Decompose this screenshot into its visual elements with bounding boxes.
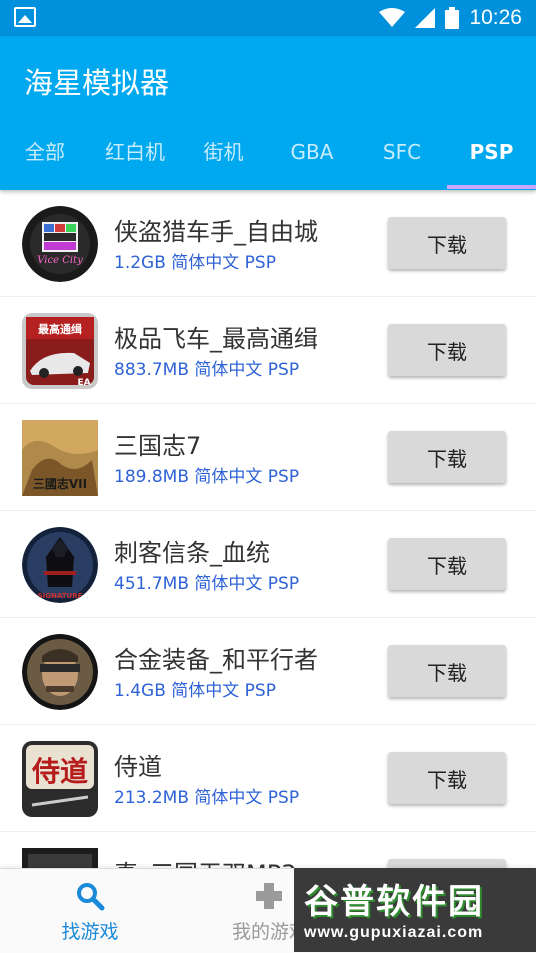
game-meta: 213.2MB 简体中文 PSP — [114, 788, 300, 808]
download-button[interactable]: 下载 — [388, 538, 506, 590]
shin-sangoku-icon — [22, 848, 98, 868]
tab-nes[interactable]: 红白机 — [90, 132, 180, 190]
game-row[interactable]: 侍道 侍道 213.2MB 简体中文 PSP 下载 — [0, 725, 536, 832]
app-title: 海星模拟器 — [24, 66, 170, 100]
game-title: 侍道 — [114, 753, 162, 781]
status-bar: 10:26 — [0, 0, 536, 36]
game-title: 合金装备_和平行者 — [114, 646, 318, 674]
download-button[interactable]: 下载 — [388, 324, 506, 376]
search-icon — [77, 883, 105, 911]
download-button[interactable]: 下载 — [388, 217, 506, 269]
game-title: 三国志7 — [114, 432, 202, 460]
cell-signal-icon — [415, 8, 436, 28]
vice-city-text: Vice City — [37, 255, 83, 266]
sanguozhi-icon: 三國志VII — [22, 420, 98, 496]
game-row[interactable]: 真_三国无双MP3 — [0, 832, 536, 868]
download-button[interactable]: 下载 — [388, 752, 506, 804]
nav-find-games-label: 找游戏 — [61, 921, 119, 943]
game-meta: 883.7MB 简体中文 PSP — [114, 360, 300, 380]
game-row[interactable]: 最高通缉 EA 极品飞车_最高通缉 883.7MB 简体中文 PSP 下载 — [0, 297, 536, 404]
game-list[interactable]: Vice City 侠盗猎车手_自由城 1.2GB 简体中文 PSP 下载 最高… — [0, 190, 536, 868]
metal-gear-icon — [22, 634, 98, 710]
clock: 10:26 — [469, 6, 522, 29]
active-tab-indicator — [447, 185, 536, 189]
tab-gba[interactable]: GBA — [267, 132, 357, 190]
status-icons: 10:26 — [379, 6, 522, 30]
samurai-dou-icon: 侍道 — [22, 741, 98, 817]
tab-sfc[interactable]: SFC — [357, 132, 447, 190]
download-button[interactable]: 下载 — [388, 431, 506, 483]
gallery-notification-icon — [14, 7, 36, 27]
gta-vice-city-icon: Vice City — [22, 206, 98, 282]
category-tabs: 全部 红白机 街机 GBA SFC PSP — [0, 132, 536, 190]
game-meta: 451.7MB 简体中文 PSP — [114, 574, 300, 594]
download-button[interactable] — [388, 859, 506, 868]
wifi-icon — [379, 8, 406, 27]
gamepad-icon — [256, 883, 282, 909]
watermark-url: www.gupuxiazai.com — [304, 924, 484, 941]
watermark-brand: 谷普软件园 — [304, 882, 484, 922]
ac-subtitle-text: SIGNATURE — [38, 592, 83, 600]
nfs-title-text: 最高通缉 — [38, 322, 82, 336]
game-row[interactable]: 三國志VII 三国志7 189.8MB 简体中文 PSP 下载 — [0, 404, 536, 511]
assassins-creed-icon: SIGNATURE — [22, 527, 98, 603]
app-bar: 海星模拟器 全部 红白机 街机 GBA SFC PSP — [0, 36, 536, 190]
game-meta: 1.4GB 简体中文 PSP — [114, 681, 276, 701]
game-meta: 189.8MB 简体中文 PSP — [114, 467, 300, 487]
game-title: 侠盗猎车手_自由城 — [114, 218, 318, 246]
samurai-title-text: 侍道 — [31, 755, 88, 788]
battery-icon — [445, 7, 460, 29]
nav-find-games[interactable]: 找游戏 — [0, 869, 180, 953]
game-row[interactable]: 合金装备_和平行者 1.4GB 简体中文 PSP 下载 — [0, 618, 536, 725]
game-meta: 1.2GB 简体中文 PSP — [114, 253, 276, 273]
game-row[interactable]: Vice City 侠盗猎车手_自由城 1.2GB 简体中文 PSP 下载 — [0, 190, 536, 297]
game-row[interactable]: SIGNATURE 刺客信条_血统 451.7MB 简体中文 PSP 下载 — [0, 511, 536, 618]
game-title: 刺客信条_血统 — [114, 539, 270, 567]
game-title: 极品飞车_最高通缉 — [114, 325, 318, 353]
tab-psp[interactable]: PSP — [447, 132, 536, 190]
tab-arcade[interactable]: 街机 — [180, 132, 267, 190]
download-button[interactable]: 下载 — [388, 645, 506, 697]
sgz-title-text: 三國志VII — [33, 476, 87, 491]
game-title: 真_三国无双MP3 — [114, 854, 296, 868]
tab-all[interactable]: 全部 — [0, 132, 90, 190]
ea-text: EA — [77, 378, 90, 388]
need-for-speed-icon: 最高通缉 EA — [22, 313, 98, 389]
site-watermark: 谷普软件园 www.gupuxiazai.com — [294, 868, 536, 952]
